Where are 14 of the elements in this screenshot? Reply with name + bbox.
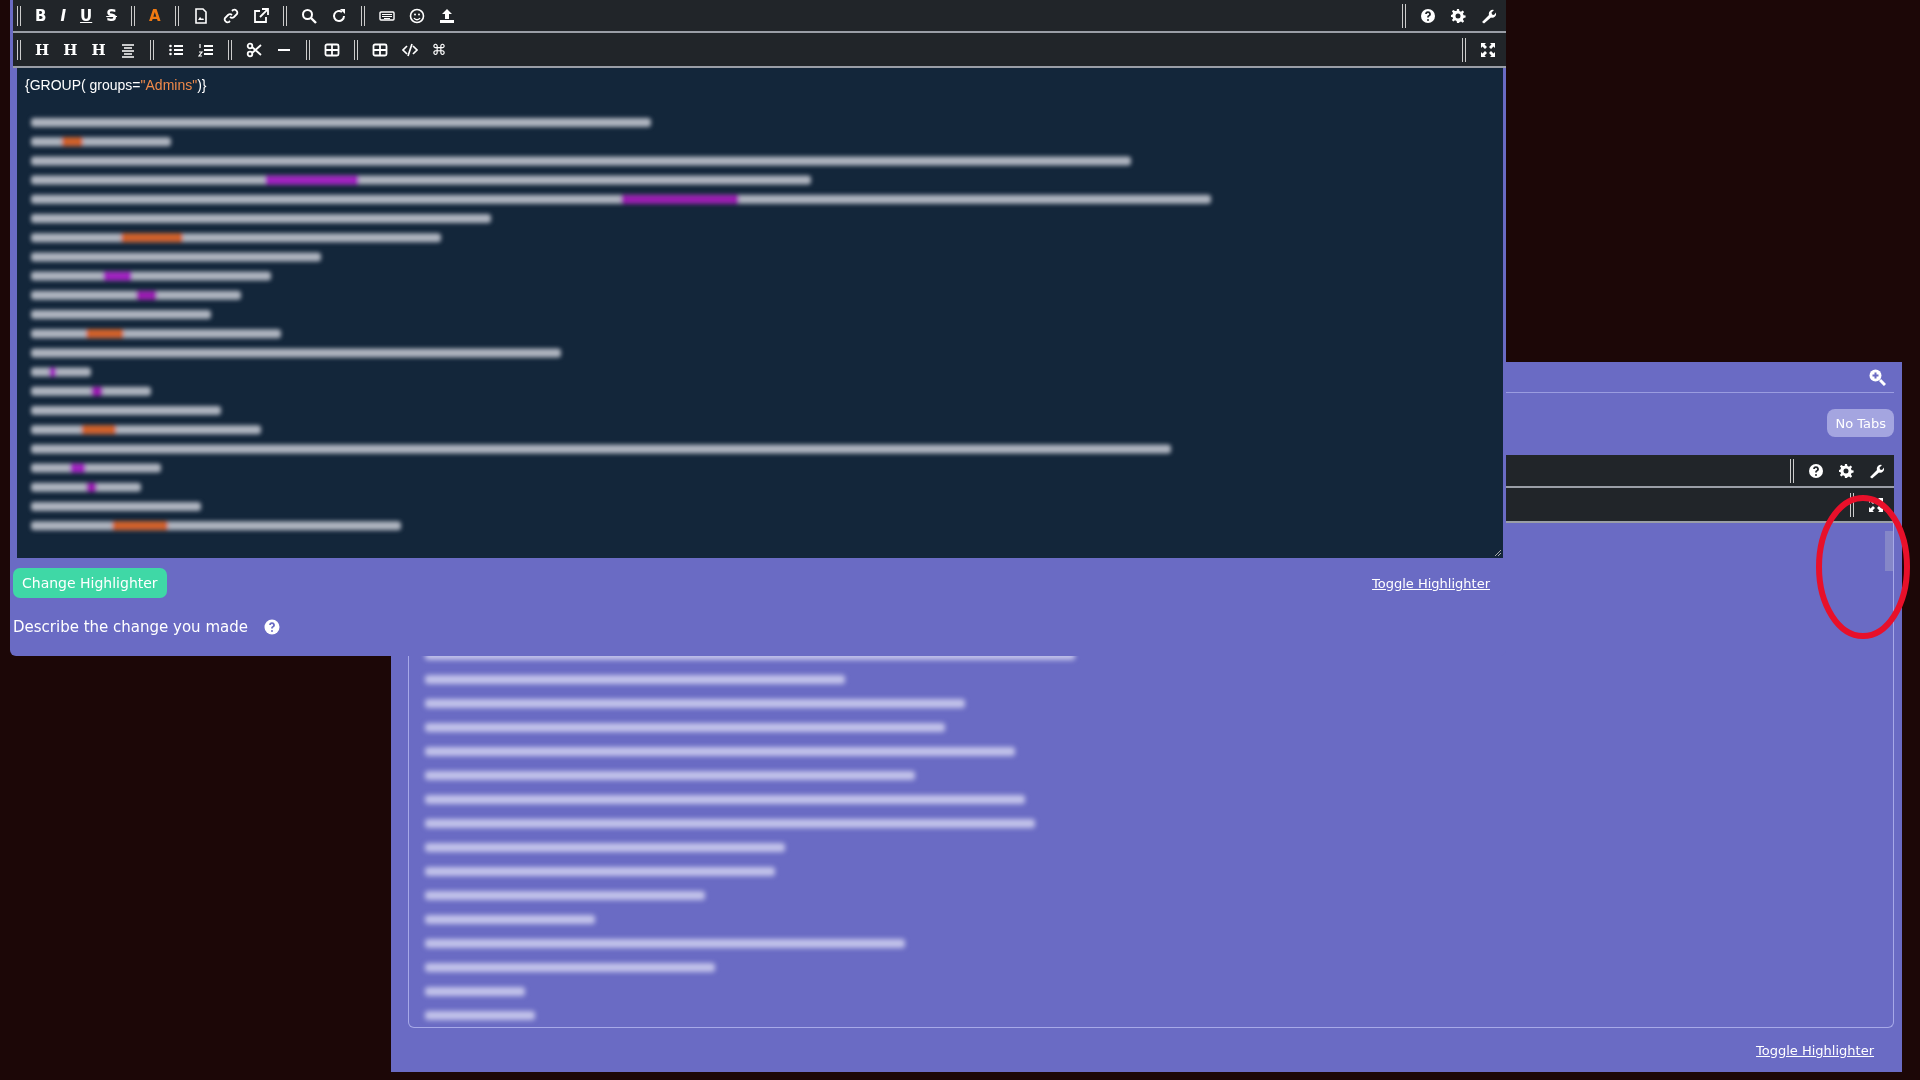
command-button[interactable]: ⌘ [431,40,447,59]
toggle-highlighter-link[interactable]: Toggle Highlighter [1372,575,1490,591]
heading-button[interactable]: H [35,40,50,59]
format-button[interactable]: U [80,6,93,25]
code-line: {GROUP( groups="Admins")} [24,76,208,93]
heading-button[interactable]: H [91,40,106,59]
text-color-button[interactable]: A [149,6,161,25]
format-button[interactable]: B [35,6,47,25]
code-editor[interactable]: {GROUP( groups="Admins")} [17,68,1503,558]
toggle-highlighter-link[interactable]: Toggle Highlighter [1756,1042,1874,1058]
field-label: Describe the change you made [13,618,248,636]
format-button[interactable]: I [60,6,67,25]
heading-button[interactable]: H [63,40,78,59]
format-button[interactable]: S [106,6,118,25]
